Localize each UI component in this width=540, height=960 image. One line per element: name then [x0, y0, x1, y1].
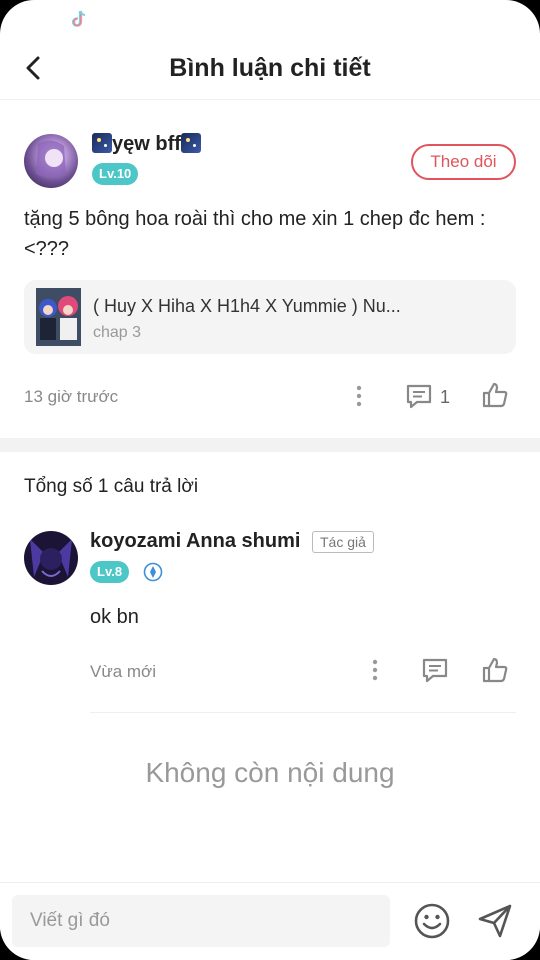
more-icon[interactable]: [365, 658, 385, 682]
empty-state: Không còn nội dung: [145, 757, 395, 788]
replies-count-title: Tổng số 1 câu trả lời: [24, 476, 199, 497]
reply-count: 1: [440, 387, 451, 407]
comment-time: 13 giờ trước: [24, 387, 119, 406]
sparkle-emoji-icon: [180, 133, 201, 153]
send-icon[interactable]: [476, 902, 514, 940]
emoji-icon[interactable]: [413, 902, 451, 940]
story-title: ( Huy X Hiha X H1h4 X Yummie ) Nu...: [93, 296, 401, 316]
page-title: Bình luận chi tiết: [169, 54, 371, 82]
comment-author-name[interactable]: yęw bff: [92, 133, 201, 156]
follow-button[interactable]: Theo dõi: [411, 144, 516, 180]
sparkle-emoji-icon: [92, 133, 112, 153]
story-thumbnail: [36, 288, 81, 346]
story-chapter: chap 3: [93, 324, 142, 341]
comment-icon[interactable]: [404, 381, 434, 411]
level-badge: Lv.10: [92, 163, 139, 185]
comment-composer: [0, 882, 540, 960]
reply-time: Vừa mới: [90, 662, 156, 681]
comment-input[interactable]: [12, 895, 390, 947]
comment-icon[interactable]: [420, 655, 450, 685]
story-card[interactable]: ( Huy X Hiha X H1h4 X Yummie ) Nu... cha…: [24, 280, 516, 354]
header: Bình luận chi tiết: [0, 40, 540, 100]
like-icon[interactable]: [480, 380, 510, 410]
reply-author-name[interactable]: koyozami Anna shumi: [90, 530, 300, 553]
author-tag: Tác giả: [312, 531, 374, 553]
reply-avatar[interactable]: [24, 531, 78, 585]
reply-divider: [90, 712, 516, 713]
screen: Bình luận chi tiết yęw bff Lv.10 Theo dõ…: [0, 0, 540, 960]
avatar[interactable]: [24, 134, 78, 188]
more-icon[interactable]: [349, 384, 369, 408]
like-icon[interactable]: [480, 655, 510, 685]
tiktok-icon: [71, 10, 86, 27]
comment-text: tặng 5 bông hoa roài thì cho me xin 1 ch…: [24, 208, 486, 260]
reply-level-badge: Lv.8: [90, 561, 130, 583]
verified-icon: [143, 562, 163, 582]
reply-text: ok bn: [90, 606, 139, 628]
section-divider: [0, 438, 540, 452]
